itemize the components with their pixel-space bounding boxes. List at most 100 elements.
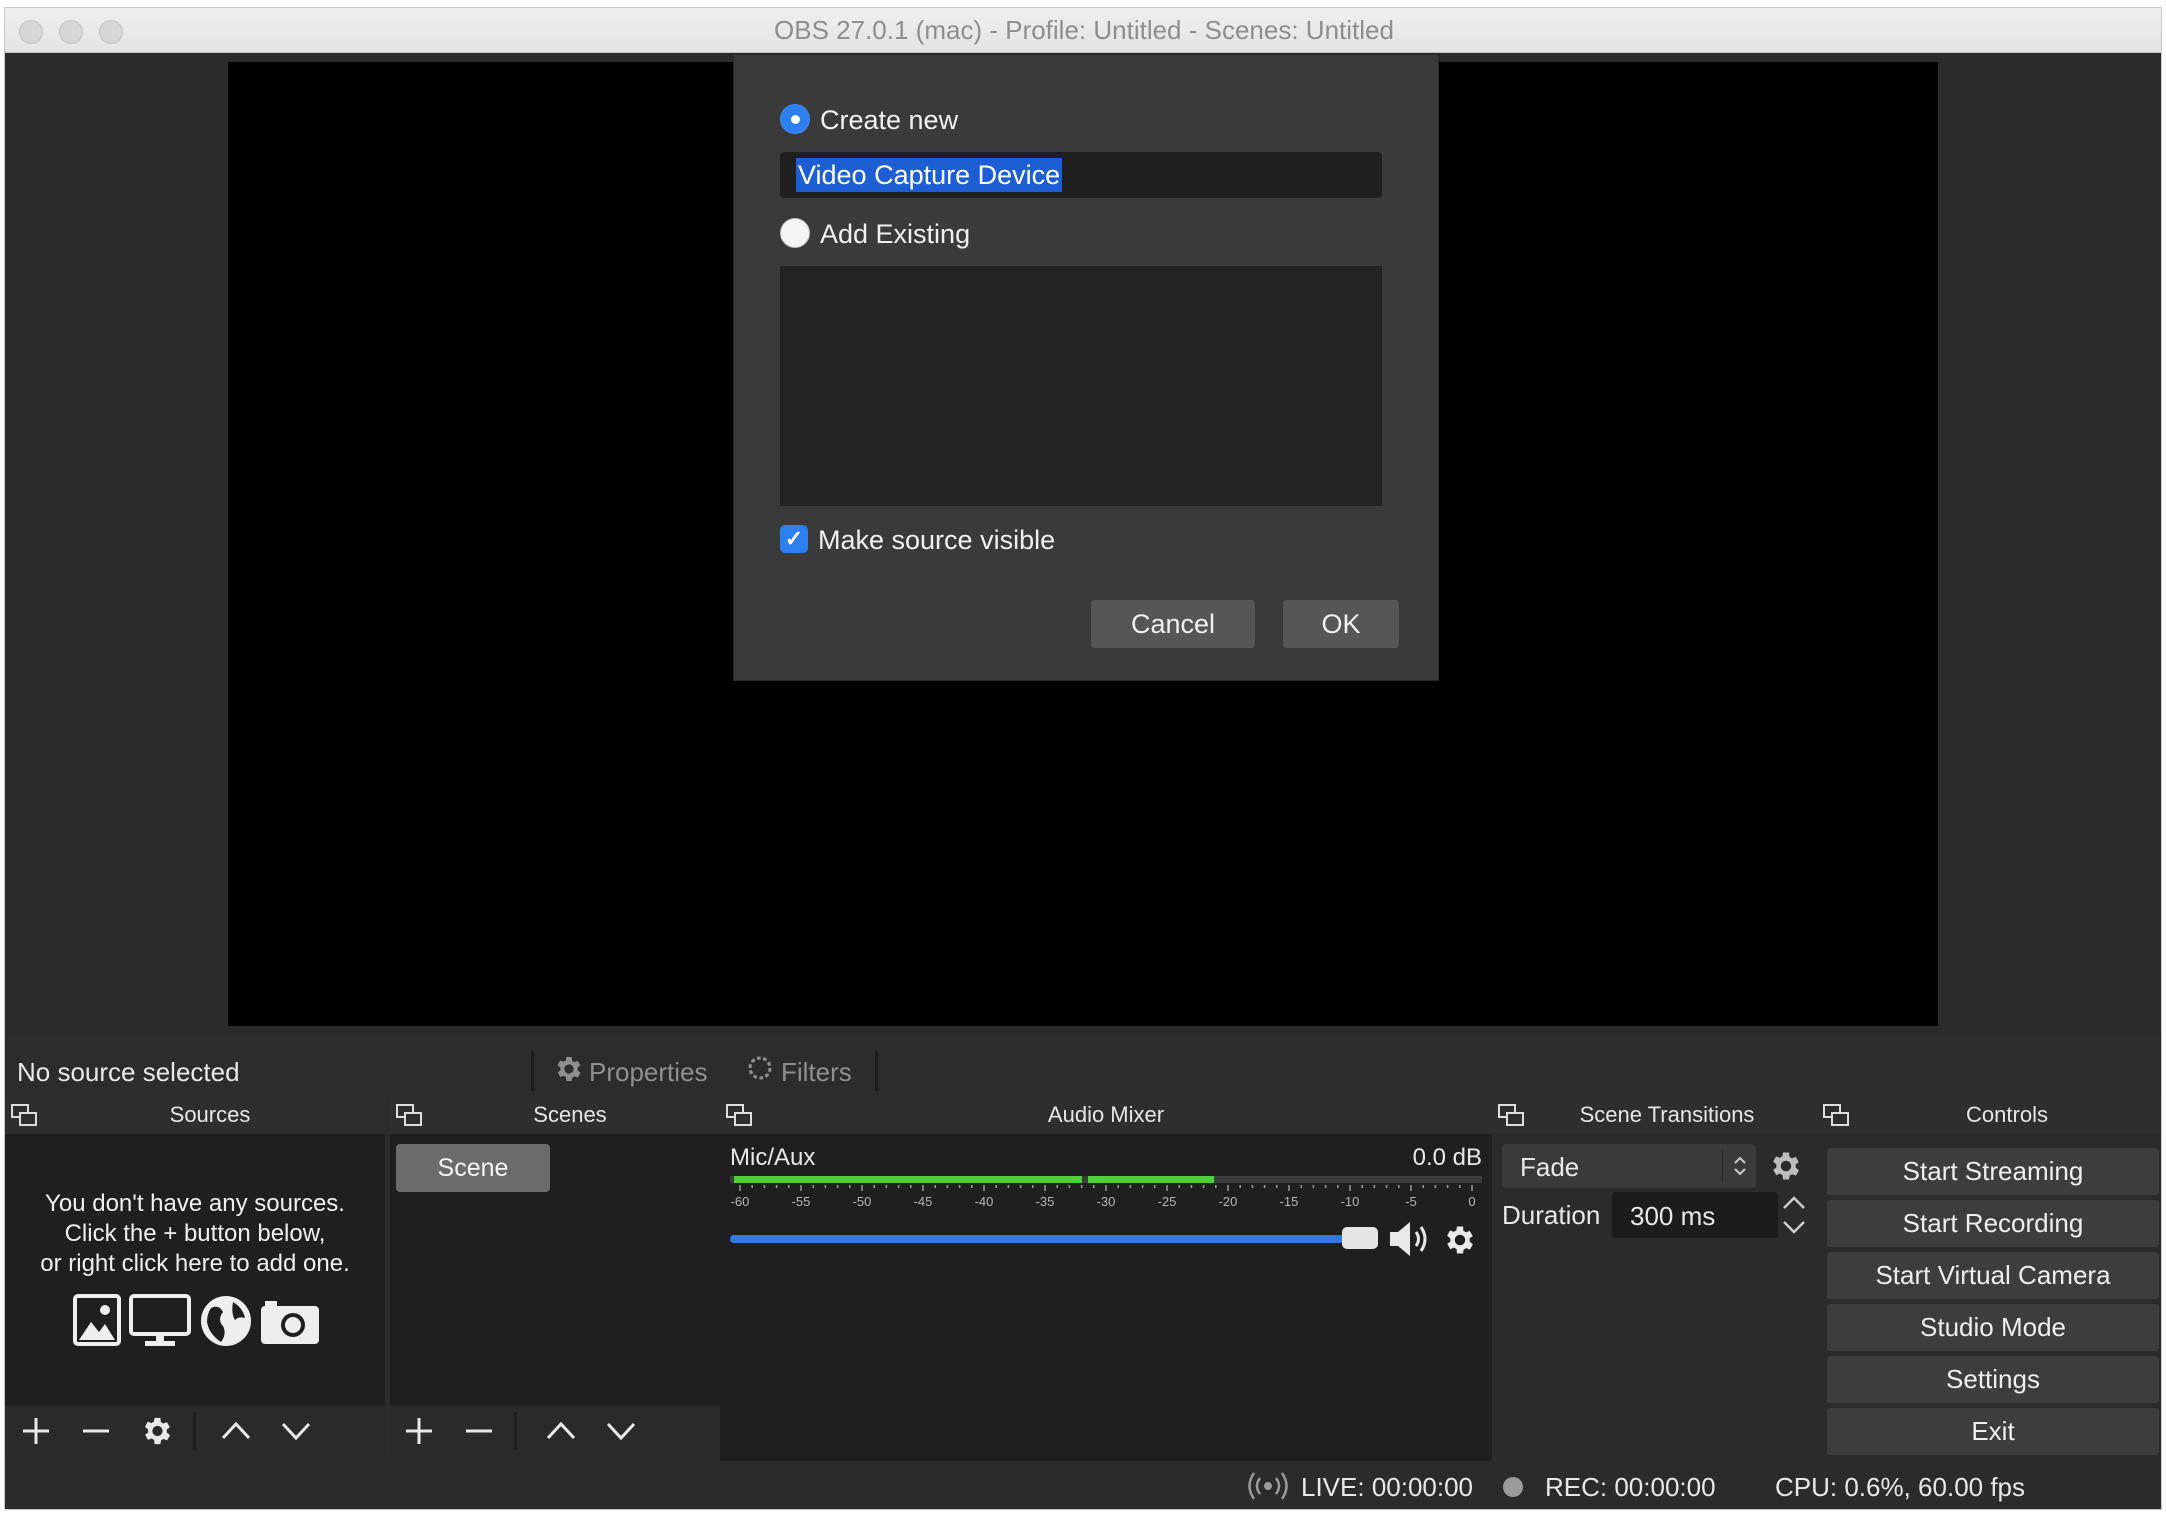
start-streaming-button[interactable]: Start Streaming [1827,1148,2159,1195]
filters-label: Filters [781,1057,852,1087]
properties-label: Properties [589,1057,708,1087]
controls-dock-title: Controls [1966,1102,2048,1127]
meter-tick-label: -10 [1341,1194,1360,1209]
create-new-radio[interactable] [780,104,810,134]
image-icon [73,1294,121,1346]
move-source-up-button[interactable] [211,1406,261,1456]
filters-button[interactable]: Filters [745,1049,875,1089]
meter-tick-label: -50 [853,1194,872,1209]
speaker-icon[interactable] [1386,1218,1434,1260]
globe-icon [199,1294,253,1348]
live-timer: LIVE: 00:00:00 [1301,1472,1474,1502]
gear-icon [553,1053,585,1085]
title-bar: OBS 27.0.1 (mac) - Profile: Untitled - S… [5,8,2161,53]
scenes-list[interactable]: Scene [390,1134,720,1406]
rec-indicator-icon [1503,1477,1523,1497]
audio-mixer-dock-title: Audio Mixer [1047,1102,1165,1127]
start-virtual-camera-button[interactable]: Start Virtual Camera [1827,1252,2159,1299]
sources-dock-header: Sources [5,1096,385,1134]
scene-transitions-panel: Fade Duration 300 ms [1492,1134,1817,1464]
create-new-label: Create new [820,105,959,135]
audio-mixer-panel: Mic/Aux 0.0 dB -60 -55 -50 -45 -40 -35 -30 -25-… [720,1134,1492,1464]
settings-button[interactable]: Settings [1827,1356,2159,1403]
meter-tick-label: -40 [975,1194,994,1209]
move-scene-down-button[interactable] [596,1406,646,1456]
window-title: OBS 27.0.1 (mac) - Profile: Untitled - S… [774,15,1394,45]
scenes-toolbar [390,1406,720,1456]
add-source-button[interactable] [11,1406,61,1456]
camera-icon [259,1298,321,1346]
sources-empty-message: You don't have any sources. Click the + … [5,1189,385,1279]
make-visible-label: Make source visible [818,525,1056,555]
channel-name: Mic/Aux [730,1144,816,1171]
source-properties-gear-icon[interactable] [131,1406,181,1456]
remove-scene-button[interactable] [454,1406,504,1456]
meter-tick-label: -15 [1280,1194,1299,1209]
empty-message-line: You don't have any sources. [45,1190,345,1217]
meter-tick-label: -25 [1158,1194,1177,1209]
meter-tick-label: -30 [1097,1194,1116,1209]
scenes-dock-title: Scenes [533,1102,607,1127]
divider [193,1412,196,1450]
divider [875,1051,878,1091]
source-name-value: Video Capture Device [796,158,1063,192]
existing-sources-list[interactable] [780,266,1382,506]
cancel-button[interactable]: Cancel [1091,600,1255,648]
live-broadcast-icon [1247,1471,1289,1501]
move-source-down-button[interactable] [271,1406,321,1456]
move-scene-up-button[interactable] [536,1406,586,1456]
duration-stepper[interactable] [1778,1192,1810,1238]
source-toolbar: No source selected Properties Filters [5,1035,2161,1104]
sources-dock-title: Sources [169,1102,251,1127]
scene-item[interactable]: Scene [396,1144,550,1192]
meter-tick-label: 0 [1468,1194,1475,1209]
transition-select[interactable]: Fade [1502,1144,1756,1188]
exit-button[interactable]: Exit [1827,1408,2159,1455]
volume-meter: -60 -55 -50 -45 -40 -35 -30 -25 -20 -15 -10 -5 0 [730,1176,1482,1209]
chevron-updown-icon [1730,1154,1750,1178]
duration-input[interactable]: 300 ms [1612,1192,1778,1238]
make-visible-checkbox[interactable]: ✓ [780,525,808,553]
add-existing-label: Add Existing [820,219,971,249]
meter-tick-label: -60 [731,1194,750,1209]
audio-mixer-dock-header: Audio Mixer [720,1096,1492,1134]
empty-message-line: Click the + button below, [64,1220,326,1247]
channel-level: 0.0 dB [1412,1144,1482,1171]
sources-toolbar [5,1406,385,1456]
source-name-input[interactable]: Video Capture Device [780,152,1382,198]
scene-transitions-dock-header: Scene Transitions [1492,1096,1817,1134]
studio-mode-button[interactable]: Studio Mode [1827,1304,2159,1351]
add-existing-radio[interactable] [780,218,810,248]
controls-dock-header: Controls [1817,1096,2161,1134]
ok-button[interactable]: OK [1283,600,1399,648]
meter-tick-label: -55 [792,1194,811,1209]
status-bar: LIVE: 00:00:00 REC: 00:00:00 CPU: 0.6%, … [5,1461,2161,1509]
source-status: No source selected [17,1057,240,1087]
scenes-dock-header: Scenes [390,1096,720,1134]
controls-panel: Start Streaming Start Recording Start Vi… [1817,1134,2161,1464]
rec-timer: REC: 00:00:00 [1545,1472,1716,1502]
filters-icon [745,1053,775,1083]
start-recording-button[interactable]: Start Recording [1827,1200,2159,1247]
transition-gear-icon[interactable] [1768,1148,1804,1184]
meter-tick-label: -20 [1219,1194,1238,1209]
duration-label: Duration [1502,1200,1601,1230]
remove-source-button[interactable] [71,1406,121,1456]
meter-tick-label: -5 [1405,1194,1417,1209]
mixer-gear-icon[interactable] [1442,1222,1478,1258]
properties-button[interactable]: Properties [553,1049,723,1089]
meter-tick-label: -35 [1036,1194,1055,1209]
monitor-icon [129,1294,191,1348]
meter-tick-label: -45 [914,1194,933,1209]
transition-value: Fade [1520,1152,1580,1182]
empty-message-line: or right click here to add one. [40,1250,350,1277]
volume-slider-handle[interactable] [1342,1227,1378,1249]
scene-transitions-dock-title: Scene Transitions [1579,1102,1755,1127]
divider [531,1051,534,1091]
add-scene-button[interactable] [394,1406,444,1456]
duration-value: 300 ms [1630,1201,1716,1231]
volume-slider-track[interactable] [730,1235,1365,1243]
divider [1722,1150,1723,1182]
add-source-dialog: Create new Video Capture Device Add Exis… [733,54,1439,681]
sources-list[interactable]: You don't have any sources. Click the + … [5,1134,385,1414]
